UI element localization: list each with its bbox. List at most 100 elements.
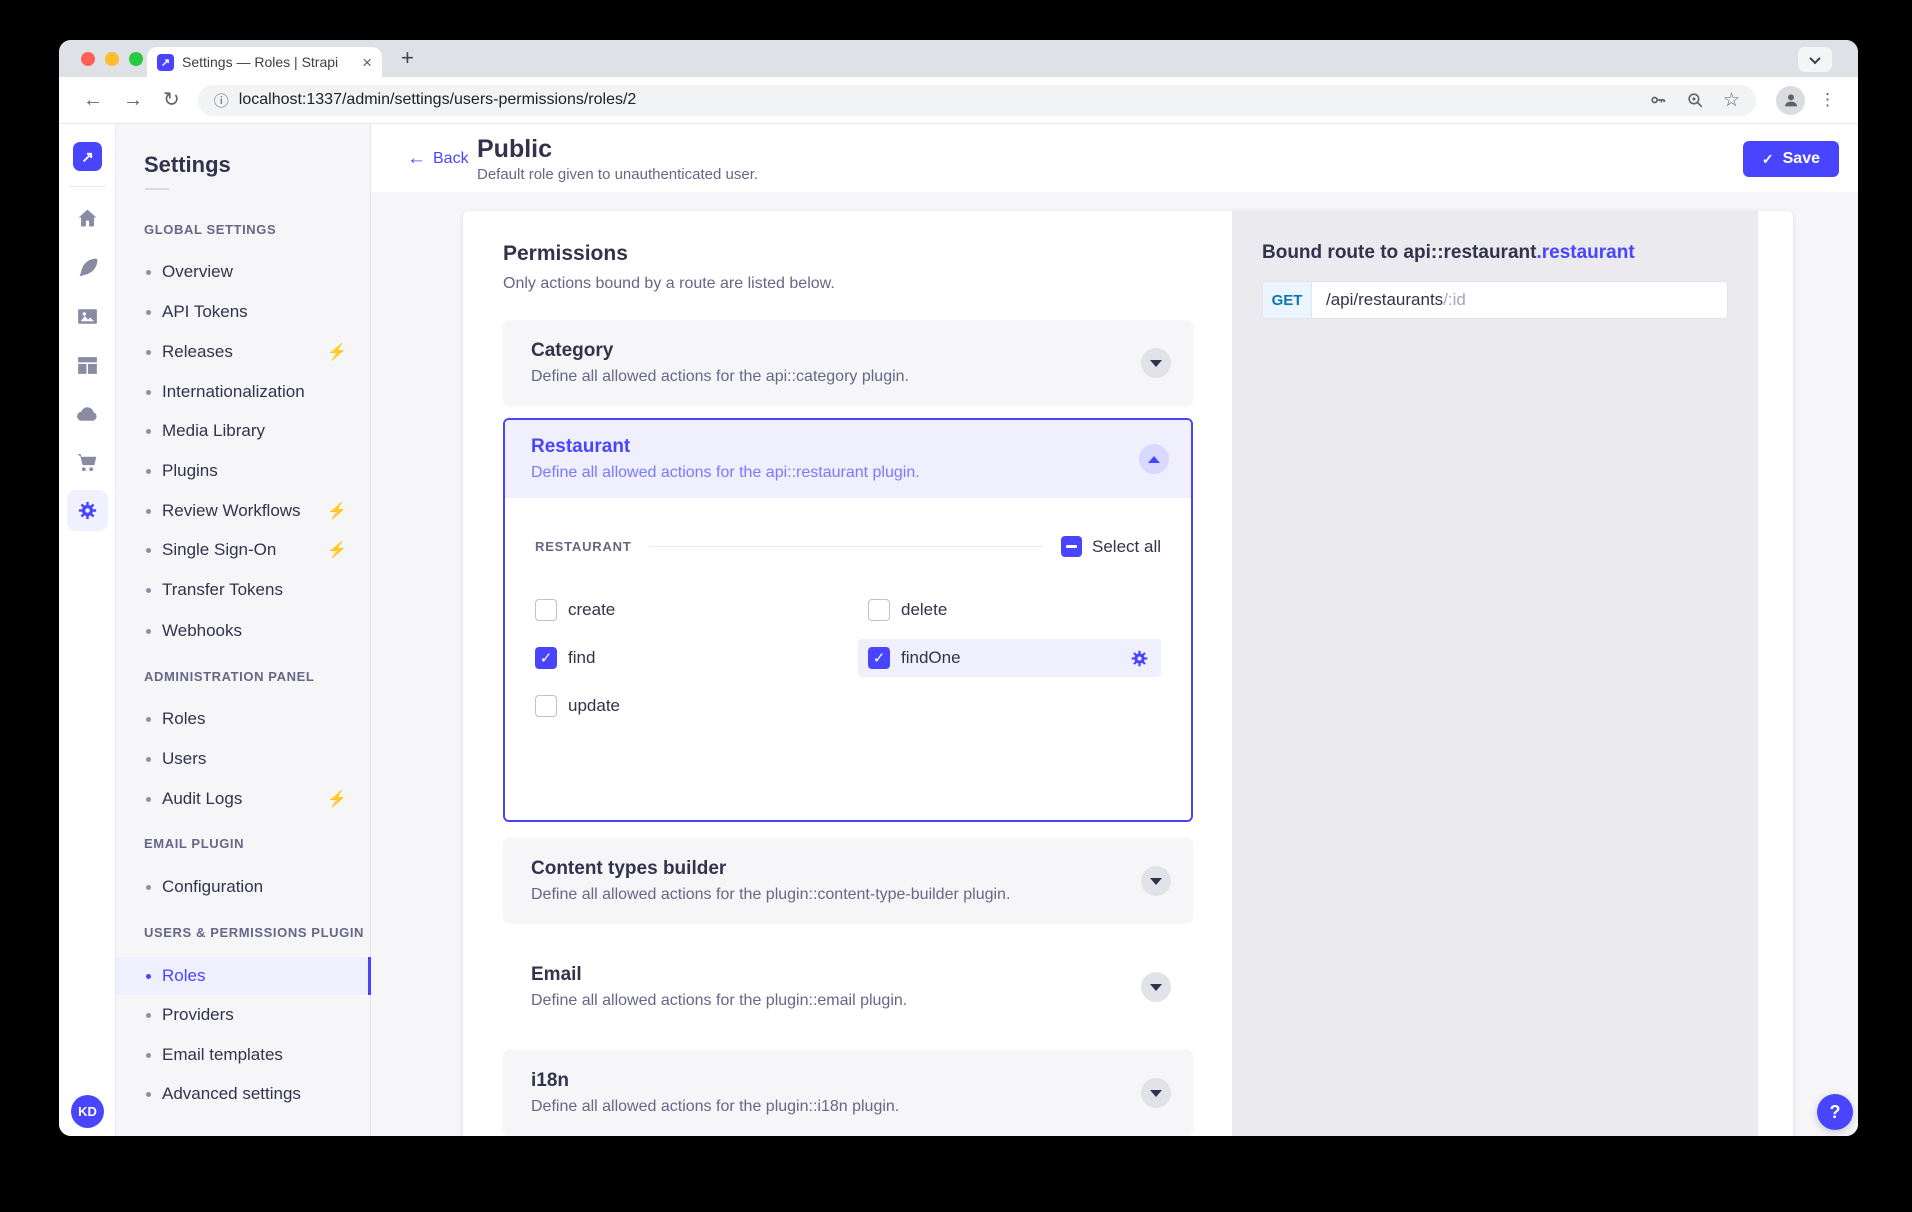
gear-icon (77, 500, 98, 521)
browser-back-button[interactable]: ← (83, 90, 103, 110)
back-link[interactable]: ← Back (407, 149, 469, 168)
section-email-plugin: EMAIL PLUGIN (144, 836, 244, 851)
sidebar-item-releases[interactable]: Releases⚡ (116, 333, 371, 371)
delete-checkbox[interactable] (868, 599, 890, 621)
accordion-i18n[interactable]: i18n Define all allowed actions for the … (503, 1050, 1193, 1136)
save-button[interactable]: ✓ Save (1743, 141, 1839, 177)
accordion-content-types-builder[interactable]: Content types builder Define all allowed… (503, 838, 1193, 924)
permission-findone[interactable]: ✓ findOne (858, 639, 1161, 677)
page-title: Public (477, 135, 552, 164)
strapi-logo-icon[interactable]: ↗ (73, 142, 102, 171)
browser-reload-button[interactable]: ↻ (163, 90, 180, 110)
permission-delete[interactable]: delete (858, 591, 1161, 629)
media-library-icon[interactable] (75, 304, 100, 329)
sidebar-item-transfer-tokens[interactable]: Transfer Tokens (116, 571, 371, 609)
browser-tab[interactable]: ↗ Settings — Roles | Strapi × (147, 47, 382, 77)
url-text: localhost:1337/admin/settings/users-perm… (239, 91, 637, 109)
back-arrow-icon: ← (407, 149, 426, 168)
site-info-icon[interactable]: ⓘ (214, 90, 229, 111)
marketplace-cart-icon[interactable] (75, 450, 100, 475)
expand-ctb-button[interactable] (1141, 866, 1171, 896)
section-administration-panel: ADMINISTRATION PANEL (144, 669, 314, 684)
sidebar-item-overview[interactable]: Overview (116, 253, 371, 291)
sidebar-item-admin-roles[interactable]: Roles (116, 700, 371, 738)
expand-email-button[interactable] (1141, 972, 1171, 1002)
accordion-category[interactable]: Category Define all allowed actions for … (503, 320, 1193, 406)
zoom-page-icon[interactable] (1686, 91, 1705, 110)
create-checkbox[interactable] (535, 599, 557, 621)
expand-category-button[interactable] (1141, 348, 1171, 378)
lightning-icon: ⚡ (327, 540, 347, 560)
permission-find[interactable]: ✓ find (535, 639, 858, 677)
indeterminate-icon (1066, 545, 1077, 548)
caret-up-icon (1148, 456, 1160, 463)
help-button[interactable]: ? (1817, 1094, 1853, 1130)
findone-settings-gear-icon[interactable] (1130, 649, 1149, 668)
main-content: ← Back Public Default role given to unau… (371, 124, 1858, 1136)
browser-menu-icon[interactable]: ⋮ (1819, 90, 1836, 110)
sidebar-item-users[interactable]: Users (116, 740, 371, 778)
permission-update[interactable]: update (535, 687, 858, 725)
rail-divider (69, 186, 106, 187)
browser-toolbar: ← → ↻ ⓘ localhost:1337/admin/settings/us… (59, 77, 1858, 124)
sidebar-item-internationalization[interactable]: Internationalization (116, 373, 371, 411)
strapi-favicon-icon: ↗ (157, 54, 174, 71)
section-global-settings: GLOBAL SETTINGS (144, 222, 276, 237)
expand-i18n-button[interactable] (1141, 1078, 1171, 1108)
browser-profile-icon[interactable] (1776, 86, 1805, 115)
caret-down-icon (1150, 984, 1162, 991)
caret-down-icon (1150, 360, 1162, 367)
minimize-window-button[interactable] (105, 52, 119, 66)
user-avatar[interactable]: KD (71, 1095, 104, 1128)
address-bar[interactable]: ⓘ localhost:1337/admin/settings/users-pe… (198, 85, 1756, 116)
content-type-builder-icon[interactable] (75, 353, 100, 378)
accordion-email[interactable]: Email Define all allowed actions for the… (503, 944, 1193, 1030)
cloud-icon[interactable] (75, 402, 100, 427)
strapi-app: ↗ (59, 124, 1858, 1136)
browser-window: ↗ Settings — Roles | Strapi × + ← → ↻ ⓘ … (59, 40, 1858, 1136)
tab-close-icon[interactable]: × (362, 54, 372, 71)
sidebar-item-configuration[interactable]: Configuration (116, 868, 371, 906)
fullscreen-window-button[interactable] (129, 52, 143, 66)
sidebar-item-api-tokens[interactable]: API Tokens (116, 293, 371, 331)
sidebar-item-audit-logs[interactable]: Audit Logs⚡ (116, 780, 371, 818)
sidebar-item-advanced-settings[interactable]: Advanced settings (116, 1075, 371, 1113)
main-nav-rail: ↗ (59, 124, 116, 1136)
lightning-icon: ⚡ (327, 789, 347, 809)
content-manager-feather-icon[interactable] (75, 255, 100, 280)
browser-tab-strip: ↗ Settings — Roles | Strapi × + (59, 40, 1858, 77)
select-all-checkbox[interactable] (1061, 536, 1082, 557)
password-key-icon[interactable] (1648, 90, 1668, 110)
new-tab-button[interactable]: + (401, 45, 414, 71)
sidebar-item-email-templates[interactable]: Email templates (116, 1036, 371, 1074)
collapse-restaurant-button[interactable] (1139, 444, 1169, 474)
sidebar-item-providers[interactable]: Providers (116, 996, 371, 1034)
find-checkbox[interactable]: ✓ (535, 647, 557, 669)
accordion-restaurant-header[interactable]: Restaurant Define all allowed actions fo… (505, 420, 1191, 498)
tab-search-button[interactable] (1798, 47, 1832, 72)
permissions-subtitle: Only actions bound by a route are listed… (503, 275, 1193, 293)
sidebar-item-webhooks[interactable]: Webhooks (116, 612, 371, 650)
select-all-control[interactable]: Select all (1061, 536, 1161, 557)
check-icon: ✓ (1762, 151, 1774, 168)
permission-create[interactable]: create (535, 591, 858, 629)
browser-forward-button[interactable]: → (123, 90, 143, 110)
sidebar-item-single-sign-on[interactable]: Single Sign-On⚡ (116, 531, 371, 569)
findone-checkbox[interactable]: ✓ (868, 647, 890, 669)
lightning-icon: ⚡ (327, 501, 347, 521)
restaurant-permissions-body: RESTAURANT Select all (505, 536, 1191, 820)
update-checkbox[interactable] (535, 695, 557, 717)
page-body: Permissions Only actions bound by a rout… (371, 192, 1858, 1136)
group-label: RESTAURANT (535, 539, 632, 554)
sidebar-item-plugins[interactable]: Plugins (116, 452, 371, 490)
close-window-button[interactable] (81, 52, 95, 66)
settings-nav-active[interactable] (67, 490, 108, 531)
sidebar-item-media-library[interactable]: Media Library (116, 412, 371, 450)
sidebar-item-up-roles[interactable]: Roles (116, 957, 371, 995)
permissions-title: Permissions (503, 242, 1193, 266)
bookmark-star-icon[interactable]: ☆ (1723, 89, 1740, 112)
restaurant-group-row: RESTAURANT Select all (535, 536, 1161, 557)
home-icon[interactable] (75, 206, 100, 231)
sidebar-item-review-workflows[interactable]: Review Workflows⚡ (116, 492, 371, 530)
accordion-list: Category Define all allowed actions for … (503, 320, 1193, 1136)
